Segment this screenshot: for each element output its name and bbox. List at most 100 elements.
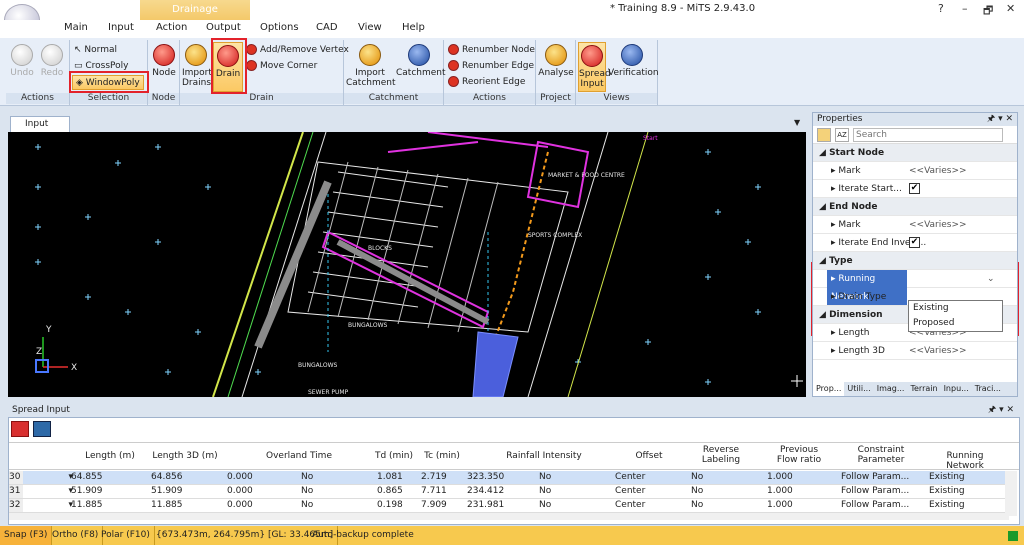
table-cell[interactable]: No <box>537 499 611 512</box>
table-cell[interactable]: 7.909 <box>419 499 463 512</box>
table-row[interactable]: 32 ▾ 11.885 11.885 0.000 No 0.198 7.909 231.981 N… <box>9 499 1005 513</box>
category-end-node[interactable]: ◢ End Node <box>813 198 1017 216</box>
catchment-button[interactable]: Catchment <box>396 42 446 78</box>
tab-input-document[interactable]: Input <box>10 116 70 132</box>
col-rainfall-intensity[interactable]: Rainfall Intensity <box>499 451 589 461</box>
row-header[interactable]: 32 <box>9 499 23 512</box>
dropdown-option-existing[interactable]: Existing <box>909 301 1002 316</box>
col-running-network[interactable]: Running Network <box>927 451 1003 471</box>
crosspoly-button[interactable]: ▭ CrossPoly <box>74 59 129 74</box>
dropdown-option-proposed[interactable]: Proposed <box>909 316 1002 331</box>
tab-input-panel[interactable]: Inpu... <box>941 382 972 396</box>
property-row-running-network[interactable]: ▸ Running Network ⌄ <box>813 270 1017 306</box>
polar-toggle[interactable]: Polar (F10) <box>97 526 155 545</box>
category-start-node[interactable]: ◢ Start Node <box>813 144 1017 162</box>
renumber-node-button[interactable]: Renumber Node <box>448 43 535 58</box>
reorient-edge-button[interactable]: Reorient Edge <box>448 75 525 90</box>
table-cell[interactable]: Center <box>613 471 687 484</box>
windowpoly-button[interactable]: ◈ WindowPoly <box>72 75 144 90</box>
renumber-edge-button[interactable]: Renumber Edge <box>448 59 534 74</box>
table-cell[interactable]: 0.865 <box>375 485 417 498</box>
property-row[interactable]: ▸ Length 3D <<Varies>> <box>813 342 1017 360</box>
table-cell[interactable]: 64.856 <box>149 471 223 484</box>
tab-help[interactable]: Help <box>402 22 425 33</box>
verification-button[interactable]: Verification <box>608 42 659 78</box>
tab-images[interactable]: Imag... <box>874 382 908 396</box>
col-previous-flow-ratio[interactable]: Previous Flow ratio <box>769 445 829 465</box>
ortho-toggle[interactable]: Ortho (F8) <box>48 526 104 545</box>
tab-terrain[interactable]: Terrain <box>907 382 940 396</box>
running-network-dropdown[interactable]: Existing Proposed <box>908 300 1003 332</box>
table-cell[interactable]: 1.081 <box>375 471 417 484</box>
table-row[interactable]: 31 ▾ 51.909 51.909 0.000 No 0.865 7.711 234.412 N… <box>9 485 1005 499</box>
table-cell[interactable]: No <box>537 471 611 484</box>
tab-options[interactable]: Options <box>260 22 299 33</box>
row-header[interactable]: 31 <box>9 485 23 498</box>
restore-button[interactable]: 🗗 <box>983 2 993 21</box>
analyse-button[interactable]: Analyse <box>538 42 574 78</box>
table-cell[interactable]: 64.855 <box>69 471 143 484</box>
table-cell[interactable]: Existing <box>927 485 1003 498</box>
table-cell[interactable]: 11.885 <box>69 499 143 512</box>
row-dropdown-icon[interactable]: ▾ <box>25 499 75 512</box>
cad-canvas[interactable]: MARKET & FOOD CENTRE SPORTS COMPLEX BUNG… <box>8 132 806 397</box>
column-settings-icon[interactable] <box>33 421 51 437</box>
table-cell[interactable]: No <box>299 499 373 512</box>
import-drains-button[interactable]: Import Drains <box>182 42 212 88</box>
property-row[interactable]: ▸ Iterate Start... ✔ <box>813 180 1017 198</box>
table-cell[interactable]: Center <box>613 485 687 498</box>
move-corner-button[interactable]: Move Corner <box>246 59 317 74</box>
minimize-button[interactable]: – <box>962 2 968 15</box>
table-cell[interactable]: 0.000 <box>225 499 295 512</box>
row-header[interactable]: 30 <box>9 471 23 484</box>
table-cell[interactable]: 7.711 <box>419 485 463 498</box>
dropdown-chevron-icon[interactable]: ⌄ <box>987 270 995 288</box>
col-overland-time[interactable]: Overland Time <box>259 451 339 461</box>
table-cell[interactable]: Follow Param... <box>839 499 925 512</box>
property-row[interactable]: ▸ Iterate End Invert... ✔ <box>813 234 1017 252</box>
sort-az-icon[interactable]: AZ <box>835 127 849 142</box>
table-cell[interactable]: 0.198 <box>375 499 417 512</box>
property-row[interactable]: ▸ Mark <<Varies>> <box>813 216 1017 234</box>
col-length[interactable]: Length (m) <box>77 451 143 461</box>
table-cell[interactable]: 231.981 <box>465 499 533 512</box>
table-cell[interactable]: Follow Param... <box>839 485 925 498</box>
table-cell[interactable]: No <box>689 485 763 498</box>
category-type[interactable]: ◢ Type <box>813 252 1017 270</box>
node-button[interactable]: Node <box>150 42 178 78</box>
table-cell[interactable]: Center <box>613 499 687 512</box>
vertical-scrollbar[interactable] <box>1005 471 1017 516</box>
col-offset[interactable]: Offset <box>619 451 679 461</box>
table-row[interactable]: 30 ▾ 64.855 64.856 0.000 No 1.081 2.719 323.350 N… <box>9 471 1005 485</box>
table-cell[interactable]: 234.412 <box>465 485 533 498</box>
col-td[interactable]: Td (min) <box>369 451 419 461</box>
checkbox-iterate-start[interactable]: ✔ <box>909 183 920 194</box>
undo-button[interactable]: Undo <box>8 42 36 78</box>
table-cell[interactable]: Existing <box>927 471 1003 484</box>
table-cell[interactable]: 2.719 <box>419 471 463 484</box>
add-remove-vertex-button[interactable]: Add/Remove Vertex <box>246 43 349 58</box>
table-cell[interactable]: No <box>689 471 763 484</box>
drain-button[interactable]: Drain <box>213 42 243 92</box>
table-cell[interactable]: 1.000 <box>765 485 837 498</box>
col-tc[interactable]: Tc (min) <box>417 451 467 461</box>
table-cell[interactable]: 51.909 <box>69 485 143 498</box>
table-cell[interactable]: Follow Param... <box>839 471 925 484</box>
table-cell[interactable]: No <box>537 485 611 498</box>
table-cell[interactable]: 323.350 <box>465 471 533 484</box>
table-cell[interactable]: 1.000 <box>765 471 837 484</box>
row-dropdown-icon[interactable]: ▾ <box>25 485 75 498</box>
snap-toggle[interactable]: Snap (F3) <box>0 526 53 545</box>
tab-tracing[interactable]: Traci... <box>972 382 1004 396</box>
col-constraint-parameter[interactable]: Constraint Parameter <box>849 445 913 465</box>
horizontal-scrollbar[interactable] <box>9 512 1009 520</box>
tab-dropdown-icon[interactable]: ▼ <box>794 118 800 127</box>
help-button[interactable]: ? <box>938 2 944 15</box>
categorized-icon[interactable] <box>817 127 831 142</box>
table-cell[interactable]: 0.000 <box>225 471 295 484</box>
tab-output[interactable]: Output <box>206 22 241 33</box>
redo-button[interactable]: Redo <box>38 42 66 78</box>
row-dropdown-icon[interactable]: ▾ <box>25 471 75 484</box>
table-cell[interactable]: No <box>299 485 373 498</box>
close-button[interactable]: ✕ <box>1006 2 1015 15</box>
